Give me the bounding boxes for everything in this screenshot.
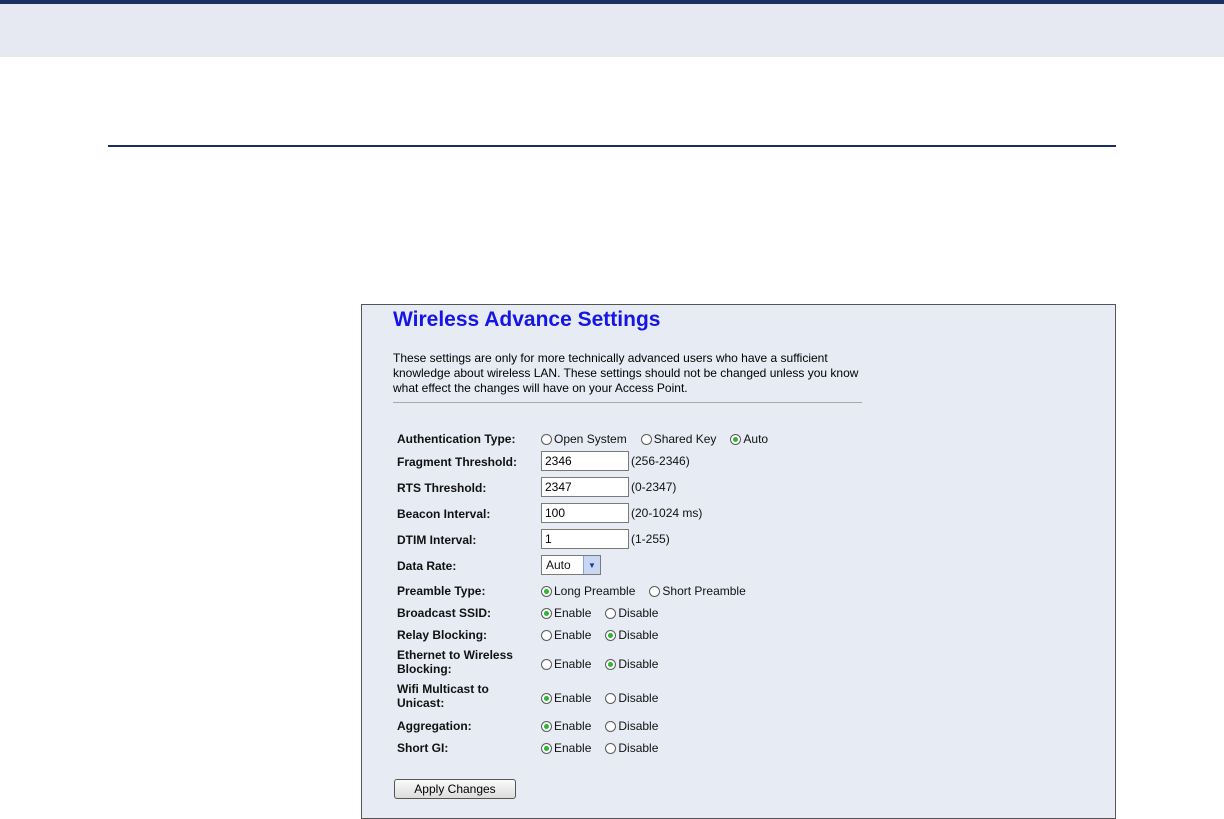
relay-blocking-enable-label: Enable	[554, 628, 592, 642]
multicast-disable-label: Disable	[618, 691, 659, 705]
auth-open-system-option[interactable]: Open System	[541, 432, 627, 446]
fragment-threshold-label: Fragment Threshold:	[397, 455, 518, 469]
ethernet-blocking-disable-label: Disable	[618, 657, 659, 671]
header-band	[0, 0, 1224, 57]
chevron-down-icon[interactable]: ▼	[583, 556, 600, 574]
dtim-interval-label: DTIM Interval:	[397, 533, 477, 547]
aggregation-enable-label: Enable	[554, 719, 592, 733]
page-title: Wireless Advance Settings	[393, 308, 661, 331]
rts-threshold-input[interactable]	[541, 477, 629, 497]
aggregation-disable-label: Disable	[618, 719, 659, 733]
short-gi-options: Enable Disable	[541, 738, 672, 758]
relay-blocking-options: Enable Disable	[541, 625, 672, 645]
apply-changes-button[interactable]: Apply Changes	[394, 779, 516, 799]
multicast-disable-option[interactable]: Disable	[605, 691, 658, 705]
preamble-short-label: Short Preamble	[662, 584, 746, 598]
broadcast-ssid-disable-label: Disable	[618, 606, 659, 620]
preamble-type-label: Preamble Type:	[397, 584, 486, 598]
ethernet-blocking-enable-option[interactable]: Enable	[541, 657, 591, 671]
beacon-interval-label: Beacon Interval:	[397, 507, 491, 521]
ethernet-blocking-disable-radio[interactable]	[605, 658, 617, 670]
multicast-enable-label: Enable	[554, 691, 592, 705]
rts-threshold-label: RTS Threshold:	[397, 481, 487, 495]
short-gi-label: Short GI:	[397, 741, 449, 755]
dtim-interval-range: (1-255)	[631, 532, 670, 546]
data-rate-select[interactable]: Auto ▼	[541, 555, 601, 575]
relay-blocking-disable-option[interactable]: Disable	[605, 628, 658, 642]
wifi-multicast-unicast-options: Enable Disable	[541, 688, 672, 708]
aggregation-enable-radio[interactable]	[541, 720, 552, 732]
beacon-interval-control: (20-1024 ms)	[541, 503, 702, 523]
header-rule	[108, 145, 1116, 147]
fragment-threshold-input[interactable]	[541, 451, 629, 471]
short-gi-disable-radio[interactable]	[605, 742, 617, 754]
broadcast-ssid-label: Broadcast SSID:	[397, 606, 492, 620]
beacon-interval-range: (20-1024 ms)	[631, 506, 703, 520]
aggregation-disable-option[interactable]: Disable	[605, 719, 658, 733]
fragment-threshold-control: (256-2346)	[541, 451, 690, 471]
auth-shared-key-option[interactable]: Shared Key	[640, 432, 717, 446]
relay-blocking-disable-radio[interactable]	[605, 629, 617, 641]
broadcast-ssid-disable-option[interactable]: Disable	[605, 606, 658, 620]
settings-panel: Wireless Advance Settings These settings…	[361, 304, 1116, 819]
beacon-interval-input[interactable]	[541, 503, 629, 523]
page-description: These settings are only for more technic…	[393, 351, 859, 395]
broadcast-ssid-enable-radio[interactable]	[541, 607, 552, 619]
preamble-type-options: Long Preamble Short Preamble	[541, 581, 760, 601]
relay-blocking-enable-option[interactable]: Enable	[541, 628, 591, 642]
ethernet-blocking-enable-radio[interactable]	[541, 658, 552, 670]
auth-shared-key-label: Shared Key	[653, 432, 717, 446]
broadcast-ssid-enable-option[interactable]: Enable	[541, 606, 591, 620]
short-gi-enable-label: Enable	[554, 741, 592, 755]
auth-auto-radio[interactable]	[730, 433, 742, 445]
auth-auto-option[interactable]: Auto	[730, 432, 768, 446]
preamble-short-option[interactable]: Short Preamble	[649, 584, 746, 598]
relay-blocking-enable-radio[interactable]	[541, 629, 552, 641]
wifi-multicast-unicast-label: Wifi Multicast to Unicast:	[397, 682, 489, 710]
auth-open-system-label: Open System	[554, 432, 627, 446]
authentication-type-options: Open System Shared Key Auto	[541, 429, 782, 449]
data-rate-label: Data Rate:	[397, 559, 457, 573]
multicast-disable-radio[interactable]	[605, 692, 617, 704]
data-rate-value: Auto	[546, 558, 571, 572]
aggregation-options: Enable Disable	[541, 716, 672, 736]
dtim-interval-input[interactable]	[541, 529, 629, 549]
data-rate-control: Auto ▼	[541, 555, 601, 575]
multicast-enable-radio[interactable]	[541, 692, 552, 704]
ethernet-wireless-blocking-label: Ethernet to Wireless Blocking:	[397, 648, 513, 676]
ethernet-wireless-blocking-options: Enable Disable	[541, 654, 672, 674]
multicast-enable-option[interactable]: Enable	[541, 691, 591, 705]
short-gi-enable-radio[interactable]	[541, 742, 552, 754]
auth-auto-label: Auto	[743, 432, 769, 446]
relay-blocking-label: Relay Blocking:	[397, 628, 488, 642]
short-gi-disable-label: Disable	[618, 741, 659, 755]
fragment-threshold-range: (256-2346)	[631, 454, 690, 468]
auth-shared-key-radio[interactable]	[640, 433, 652, 445]
short-gi-disable-option[interactable]: Disable	[605, 741, 658, 755]
preamble-long-option[interactable]: Long Preamble	[541, 584, 635, 598]
preamble-long-label: Long Preamble	[554, 584, 636, 598]
relay-blocking-disable-label: Disable	[618, 628, 659, 642]
dtim-interval-control: (1-255)	[541, 529, 670, 549]
rts-threshold-range: (0-2347)	[631, 480, 677, 494]
broadcast-ssid-options: Enable Disable	[541, 603, 672, 623]
description-divider	[393, 402, 862, 403]
rts-threshold-control: (0-2347)	[541, 477, 676, 497]
aggregation-disable-radio[interactable]	[605, 720, 617, 732]
short-gi-enable-option[interactable]: Enable	[541, 741, 591, 755]
auth-open-system-radio[interactable]	[541, 433, 552, 445]
preamble-long-radio[interactable]	[541, 585, 552, 597]
ethernet-blocking-disable-option[interactable]: Disable	[605, 657, 658, 671]
aggregation-enable-option[interactable]: Enable	[541, 719, 591, 733]
broadcast-ssid-enable-label: Enable	[554, 606, 592, 620]
broadcast-ssid-disable-radio[interactable]	[605, 607, 617, 619]
ethernet-blocking-enable-label: Enable	[554, 657, 592, 671]
aggregation-label: Aggregation:	[397, 719, 472, 733]
preamble-short-radio[interactable]	[649, 585, 661, 597]
authentication-type-label: Authentication Type:	[397, 432, 516, 446]
